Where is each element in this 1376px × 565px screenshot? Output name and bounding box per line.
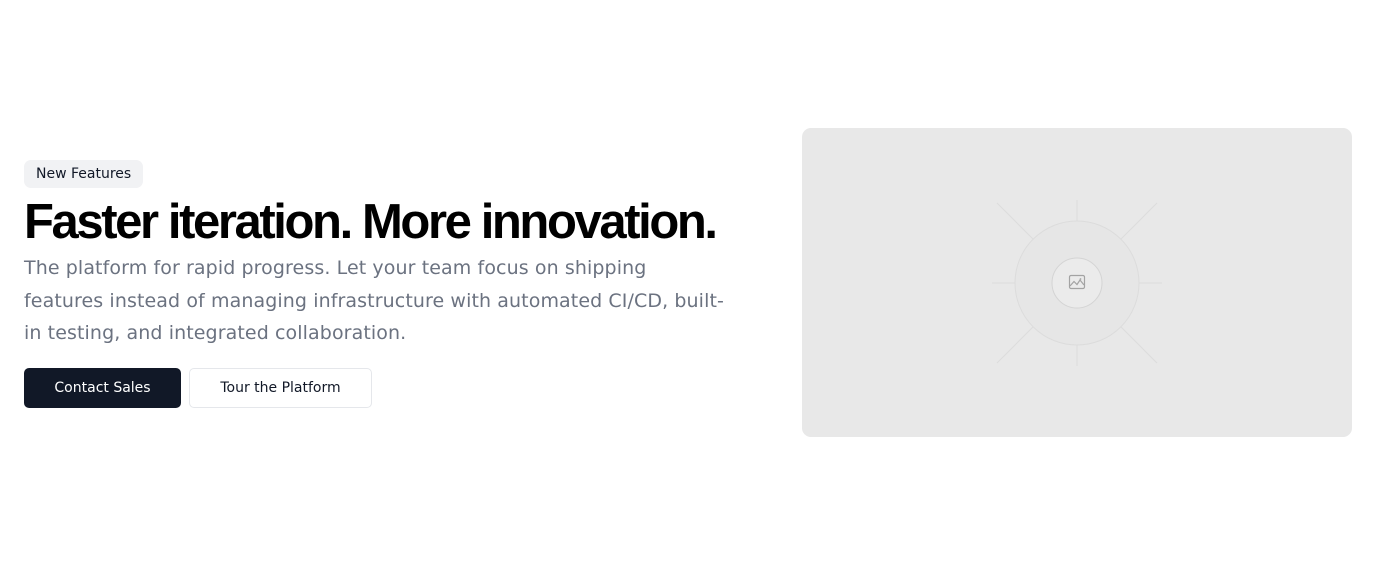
- hero-title: Faster iteration. More innovation.: [24, 195, 718, 249]
- hero-subtitle: The platform for rapid progress. Let you…: [24, 257, 724, 344]
- contact-sales-button[interactable]: Contact Sales: [24, 367, 181, 408]
- hero-content: New Features Faster iteration. More inno…: [24, 160, 744, 408]
- hero-section: New Features Faster iteration. More inno…: [0, 0, 1376, 565]
- placeholder-graphic: [992, 200, 1162, 366]
- hero-actions: Contact Sales Tour the Platform: [24, 367, 744, 408]
- image-placeholder: [802, 128, 1352, 437]
- tour-platform-button[interactable]: Tour the Platform: [189, 367, 372, 408]
- new-features-badge: New Features: [24, 160, 144, 188]
